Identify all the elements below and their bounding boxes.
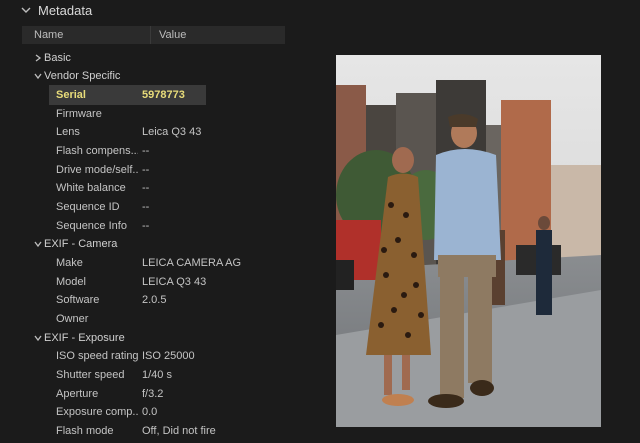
- metadata-value: 5978773: [142, 89, 185, 101]
- group-label: EXIF - Exposure: [44, 332, 125, 344]
- metadata-key: Make: [56, 257, 83, 269]
- metadata-key: Sequence ID: [56, 201, 120, 213]
- metadata-value: LEICA Q3 43: [142, 276, 207, 288]
- group-exif-camera[interactable]: EXIF - Camera: [0, 235, 330, 253]
- metadata-value: f/3.2: [142, 388, 164, 400]
- metadata-value: --: [142, 201, 150, 213]
- photo-preview[interactable]: [336, 55, 601, 427]
- metadata-value: 0.0: [142, 406, 158, 418]
- metadata-row[interactable]: Drive mode/self... --: [0, 161, 330, 179]
- chevron-down-icon[interactable]: [20, 4, 32, 16]
- metadata-section-header[interactable]: Metadata: [0, 0, 330, 20]
- metadata-key: Serial: [56, 89, 86, 101]
- metadata-row[interactable]: Software 2.0.5: [0, 291, 330, 309]
- metadata-key: Firmware: [56, 108, 102, 120]
- metadata-row[interactable]: Exposure comp... 0.0: [0, 403, 330, 421]
- metadata-row[interactable]: Sequence Info --: [0, 217, 330, 235]
- group-vendor-specific[interactable]: Vendor Specific: [0, 67, 330, 85]
- metadata-value: --: [142, 164, 150, 176]
- group-label: Basic: [44, 52, 71, 64]
- group-label: EXIF - Camera: [44, 238, 118, 250]
- photo-illustration: [336, 55, 601, 427]
- group-exif-exposure[interactable]: EXIF - Exposure: [0, 329, 330, 347]
- metadata-title: Metadata: [38, 2, 93, 18]
- metadata-value: --: [142, 220, 150, 232]
- metadata-row[interactable]: Shutter speed 1/40 s: [0, 366, 330, 384]
- metadata-key: Owner: [56, 313, 89, 325]
- metadata-key: Drive mode/self...: [56, 164, 138, 176]
- metadata-value: ISO 25000: [142, 350, 195, 362]
- metadata-row[interactable]: Aperture f/3.2: [0, 385, 330, 403]
- name-column-header[interactable]: Name: [22, 26, 151, 44]
- metadata-value: 2.0.5: [142, 294, 167, 306]
- metadata-row[interactable]: Sequence ID --: [0, 198, 330, 216]
- metadata-value: --: [142, 182, 150, 194]
- metadata-row[interactable]: Owner: [0, 310, 330, 328]
- metadata-key: Model: [56, 276, 86, 288]
- metadata-key: Aperture: [56, 388, 99, 400]
- metadata-key: Shutter speed: [56, 369, 125, 381]
- metadata-row[interactable]: Firmware: [0, 105, 330, 123]
- metadata-value: Off, Did not fire: [142, 425, 216, 437]
- metadata-key: Sequence Info: [56, 220, 127, 232]
- metadata-key: ISO speed rating: [56, 350, 138, 362]
- metadata-key: Lens: [56, 126, 80, 138]
- group-label: Vendor Specific: [44, 70, 121, 82]
- chevron-right-icon[interactable]: [33, 53, 43, 63]
- metadata-row[interactable]: Model LEICA Q3 43: [0, 273, 330, 291]
- metadata-column-header: Name Value: [22, 26, 285, 44]
- value-column-header[interactable]: Value: [151, 29, 186, 41]
- metadata-row[interactable]: Flash mode Off, Did not fire: [0, 422, 330, 440]
- metadata-value: LEICA CAMERA AG: [142, 257, 242, 269]
- chevron-down-icon[interactable]: [33, 333, 43, 343]
- metadata-row[interactable]: Lens Leica Q3 43: [0, 123, 330, 141]
- metadata-value: Leica Q3 43: [142, 126, 202, 138]
- metadata-row-serial[interactable]: Serial 5978773: [0, 85, 330, 105]
- metadata-key: White balance: [56, 182, 126, 194]
- metadata-key: Software: [56, 294, 100, 306]
- metadata-key: Exposure comp...: [56, 406, 138, 418]
- metadata-row[interactable]: ISO speed rating ISO 25000: [0, 347, 330, 365]
- metadata-row[interactable]: White balance --: [0, 179, 330, 197]
- chevron-down-icon[interactable]: [33, 239, 43, 249]
- chevron-down-icon[interactable]: [33, 71, 43, 81]
- metadata-value: 1/40 s: [142, 369, 172, 381]
- metadata-value: --: [142, 145, 150, 157]
- metadata-row[interactable]: Make LEICA CAMERA AG: [0, 254, 330, 272]
- metadata-row[interactable]: Flash compens... --: [0, 142, 330, 160]
- metadata-key: Flash mode: [56, 425, 114, 437]
- group-basic[interactable]: Basic: [0, 49, 330, 67]
- metadata-key: Flash compens...: [56, 145, 138, 157]
